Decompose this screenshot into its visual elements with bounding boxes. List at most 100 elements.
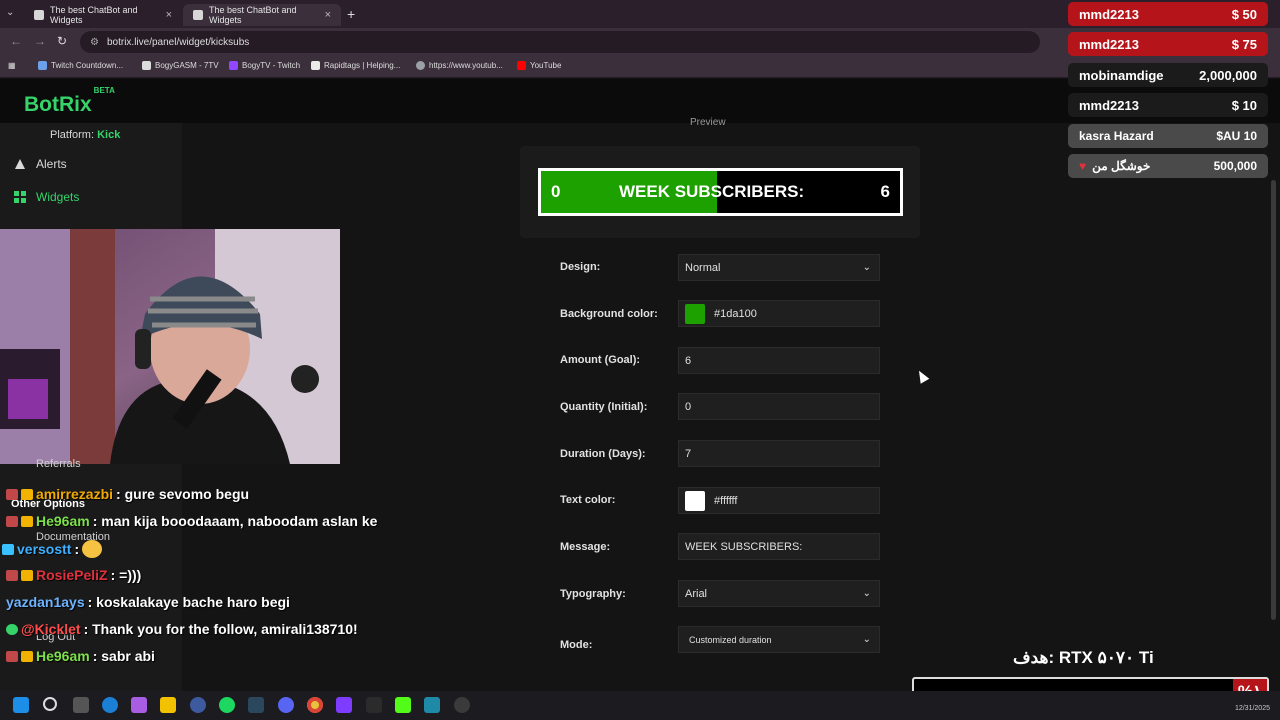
stream-goal-title: هدف: RTX ۵۰۷۰ Ti <box>1013 648 1154 667</box>
subscriber-badge-icon <box>6 569 18 581</box>
typography-select[interactable]: Arial ⌄ <box>678 580 880 607</box>
goal-message: WEEK SUBSCRIBERS: <box>619 182 805 201</box>
discord-icon[interactable] <box>278 697 294 713</box>
kick-icon[interactable] <box>395 697 411 713</box>
sidebar-item-referrals[interactable]: Referrals <box>36 458 81 470</box>
emote-icon <box>82 540 103 558</box>
botrix-logo[interactable]: BotRixBETA <box>24 86 115 117</box>
crown-badge-icon <box>21 515 33 527</box>
heart-emote-icon: ♥ <box>1079 159 1087 173</box>
edge-icon[interactable] <box>102 697 118 713</box>
mode-select[interactable]: Customized duration ⌄ <box>678 626 880 653</box>
bookmark-bogytv[interactable]: BogyTV - Twitch <box>229 61 300 70</box>
chevron-down-icon: ⌄ <box>862 588 871 599</box>
reload-icon[interactable]: ↻ <box>57 34 67 48</box>
forward-icon[interactable]: → <box>34 34 46 48</box>
design-select[interactable]: Normal ⌄ <box>678 254 880 281</box>
donation-item: mmd2213 $ 10 <box>1068 93 1268 117</box>
bg-color-field[interactable]: #1da100 <box>678 300 880 327</box>
chevron-down-icon: ⌄ <box>862 262 871 273</box>
task-view-icon[interactable] <box>73 697 89 713</box>
amount-label: Amount (Goal): <box>560 354 641 366</box>
design-label: Design: <box>560 261 601 273</box>
spotify-icon[interactable] <box>219 697 235 713</box>
close-tab-icon[interactable]: × <box>166 9 172 21</box>
browser-tab-1[interactable]: The best ChatBot and Widgets × <box>24 4 182 26</box>
search-icon[interactable] <box>43 697 57 711</box>
amount-input[interactable]: 6 <box>678 347 880 374</box>
chat-message: yazdan1ays: koskalakaye bache haro begi <box>6 594 290 610</box>
globe-icon <box>416 61 425 70</box>
warning-icon <box>15 159 25 169</box>
goal-target: 6 <box>880 182 890 201</box>
chat-message: He96am: sabr abi <box>6 648 155 664</box>
wordpad-icon[interactable] <box>190 697 206 713</box>
tab-search-icon[interactable]: ⌄ <box>6 7 14 18</box>
goal-current: 0 <box>551 182 561 201</box>
chat-message: RosiePeliZ: =))) <box>6 567 141 583</box>
text-color-swatch[interactable] <box>685 490 705 511</box>
bookmark-favicon-icon <box>38 61 47 70</box>
twitch-icon <box>229 61 238 70</box>
bookmark-youtube[interactable]: YouTube <box>517 61 561 70</box>
platform-value: Kick <box>97 129 121 141</box>
windows-taskbar: 12/31/2025 <box>0 691 1280 720</box>
webcam-overlay <box>0 229 340 464</box>
message-input[interactable]: WEEK SUBSCRIBERS: <box>678 533 880 560</box>
bg-color-swatch[interactable] <box>685 303 705 324</box>
subscriber-badge-icon <box>6 515 18 527</box>
text-color-field[interactable]: #ffffff <box>678 487 880 514</box>
quantity-input[interactable]: 0 <box>678 393 880 420</box>
close-tab-icon[interactable]: × <box>325 9 331 21</box>
new-tab-icon[interactable]: + <box>347 6 355 22</box>
rockstar-icon[interactable] <box>336 697 352 713</box>
verified-badge-icon <box>2 543 14 555</box>
subscriber-badge-icon <box>6 650 18 662</box>
bookmark-twitch-countdown[interactable]: Twitch Countdown... <box>38 61 123 70</box>
chat-message: amirrezazbi: gure sevomo begu <box>6 486 249 502</box>
page-scrollbar[interactable] <box>1271 180 1276 620</box>
chrome-icon[interactable] <box>307 697 323 713</box>
chat-message: versostt: <box>2 540 103 558</box>
url-field[interactable]: ⚙ botrix.live/panel/widget/kicksubs <box>80 31 1040 53</box>
tab-title: The best ChatBot and Widgets <box>209 5 297 25</box>
windows-start-icon[interactable] <box>13 697 29 713</box>
app-icon[interactable] <box>424 697 440 713</box>
app-icon[interactable] <box>366 697 382 713</box>
quantity-label: Quantity (Initial): <box>560 401 648 413</box>
bookmark-rapidtags[interactable]: Rapidtags | Helping... <box>311 61 400 70</box>
tab-title: The best ChatBot and Widgets <box>50 5 138 25</box>
bookmark-youtube-link[interactable]: https://www.youtub... <box>416 61 503 70</box>
platform-indicator: Platform: Kick <box>50 129 121 141</box>
copilot-icon[interactable] <box>131 697 147 713</box>
sidebar-item-alerts[interactable]: Alerts <box>14 157 67 171</box>
chat-message: @Kicklet: Thank you for the follow, amir… <box>6 621 358 637</box>
bookmark-bogygasm[interactable]: BogyGASM - 7TV <box>142 61 219 70</box>
chat-message: He96am: man kija booodaaam, naboodam asl… <box>6 513 377 529</box>
bot-badge-icon <box>6 623 18 635</box>
apps-icon[interactable]: ▦ <box>8 61 16 70</box>
beta-badge: BETA <box>93 86 115 95</box>
bg-color-label: Background color: <box>560 308 658 320</box>
duration-input[interactable]: 7 <box>678 440 880 467</box>
typography-label: Typography: <box>560 588 626 600</box>
streamer-webcam-image <box>0 229 340 464</box>
donation-item: ♥ خوشگل من 500,000 <box>1068 154 1268 178</box>
browser-tab-2[interactable]: The best ChatBot and Widgets × <box>183 4 341 26</box>
taskbar-date: 12/31/2025 <box>1234 705 1270 712</box>
donation-item: kasra Hazard $AU 10 <box>1068 124 1268 148</box>
steam-icon[interactable] <box>248 697 264 713</box>
site-info-icon[interactable]: ⚙ <box>90 37 99 48</box>
sidebar-item-widgets[interactable]: Widgets <box>14 190 79 204</box>
obs-icon[interactable] <box>454 697 470 713</box>
donation-item: mmd2213 $ 50 <box>1068 2 1268 26</box>
back-icon[interactable]: ← <box>10 34 22 48</box>
botrix-favicon-icon <box>34 10 44 20</box>
chevron-down-icon: ⌄ <box>862 634 871 645</box>
text-color-label: Text color: <box>560 494 616 506</box>
donation-item: mmd2213 $ 75 <box>1068 32 1268 56</box>
preview-label: Preview <box>690 117 726 128</box>
donation-item: mobinamdige 2,000,000 <box>1068 63 1268 87</box>
file-explorer-icon[interactable] <box>160 697 176 713</box>
crown-badge-icon <box>21 488 33 500</box>
